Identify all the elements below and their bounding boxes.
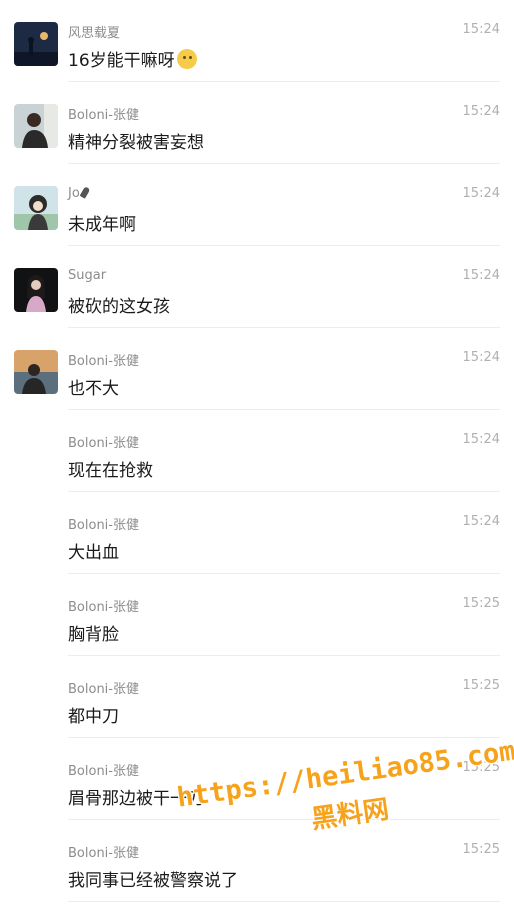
message-text: 未成年啊 bbox=[68, 215, 136, 235]
chat-message[interactable]: Boloni-张健 15:25 眉骨那边被干一刀 bbox=[0, 738, 514, 820]
chat-message[interactable]: Boloni-张健 15:24 也不大 bbox=[0, 328, 514, 410]
chat-message[interactable]: Boloni-张健 15:24 现在在抢救 bbox=[0, 410, 514, 492]
message-text: 16岁能干嘛呀 bbox=[68, 46, 197, 71]
message-time: 15:24 bbox=[462, 514, 500, 529]
message-time: 15:25 bbox=[462, 596, 500, 611]
message-text: 胸背脸 bbox=[68, 625, 119, 645]
message-text: 精神分裂被害妄想 bbox=[68, 133, 204, 153]
sunset-person-avatar[interactable] bbox=[14, 350, 58, 394]
shushing-face-emoji bbox=[176, 49, 197, 69]
sender-name: Boloni-张健 bbox=[68, 436, 139, 451]
message-text: 被砍的这女孩 bbox=[68, 297, 170, 317]
chat-message[interactable]: Boloni-张健 15:24 精神分裂被害妄想 bbox=[0, 82, 514, 164]
message-text: 眉骨那边被干一刀 bbox=[68, 789, 204, 809]
message-text: 大出血 bbox=[68, 543, 119, 563]
dark-portrait-avatar[interactable] bbox=[14, 268, 58, 312]
microphone-icon bbox=[79, 186, 91, 199]
message-text: 现在在抢救 bbox=[68, 461, 153, 481]
chat-message[interactable]: 风思载夏 15:24 16岁能干嘛呀 bbox=[0, 0, 514, 82]
sender-name: Boloni-张健 bbox=[68, 764, 139, 779]
message-time: 15:25 bbox=[462, 842, 500, 857]
chat-message[interactable]: Sugar 15:24 被砍的这女孩 bbox=[0, 246, 514, 328]
message-time: 15:24 bbox=[462, 104, 500, 119]
sender-name: Boloni-张健 bbox=[68, 354, 139, 369]
sender-name: Sugar bbox=[68, 268, 107, 283]
message-text: 我同事已经被警察说了 bbox=[68, 871, 238, 891]
message-text: 也不大 bbox=[68, 379, 119, 399]
chat-message[interactable]: Boloni-张健 15:25 我同事已经被警察说了 bbox=[0, 820, 514, 902]
chat-message[interactable]: Boloni-张健 15:24 大出血 bbox=[0, 492, 514, 574]
sender-name: Boloni-张健 bbox=[68, 682, 139, 697]
sender-name: 风思载夏 bbox=[68, 26, 121, 41]
sender-name: Boloni-张健 bbox=[68, 846, 139, 861]
chat-message[interactable]: Jo 15:24 未成年啊 bbox=[0, 164, 514, 246]
sender-name: Boloni-张健 bbox=[68, 108, 139, 123]
message-time: 15:25 bbox=[462, 678, 500, 693]
message-time: 15:24 bbox=[462, 186, 500, 201]
sender-name: Boloni-张健 bbox=[68, 600, 139, 615]
sender-name: Boloni-张健 bbox=[68, 518, 139, 533]
message-time: 15:24 bbox=[462, 22, 500, 37]
message-text: 都中刀 bbox=[68, 707, 119, 727]
chat-message[interactable]: Boloni-张健 15:25 胸背脸 bbox=[0, 574, 514, 656]
message-time: 15:24 bbox=[462, 350, 500, 365]
message-time: 15:25 bbox=[462, 760, 500, 775]
night-sky-avatar[interactable] bbox=[14, 22, 58, 66]
person-photo-avatar[interactable] bbox=[14, 104, 58, 148]
message-time: 15:24 bbox=[462, 268, 500, 283]
sender-name: Jo bbox=[68, 186, 91, 201]
chat-message[interactable]: Boloni-张健 15:25 都中刀 bbox=[0, 656, 514, 738]
message-time: 15:24 bbox=[462, 432, 500, 447]
anime-girl-avatar[interactable] bbox=[14, 186, 58, 230]
